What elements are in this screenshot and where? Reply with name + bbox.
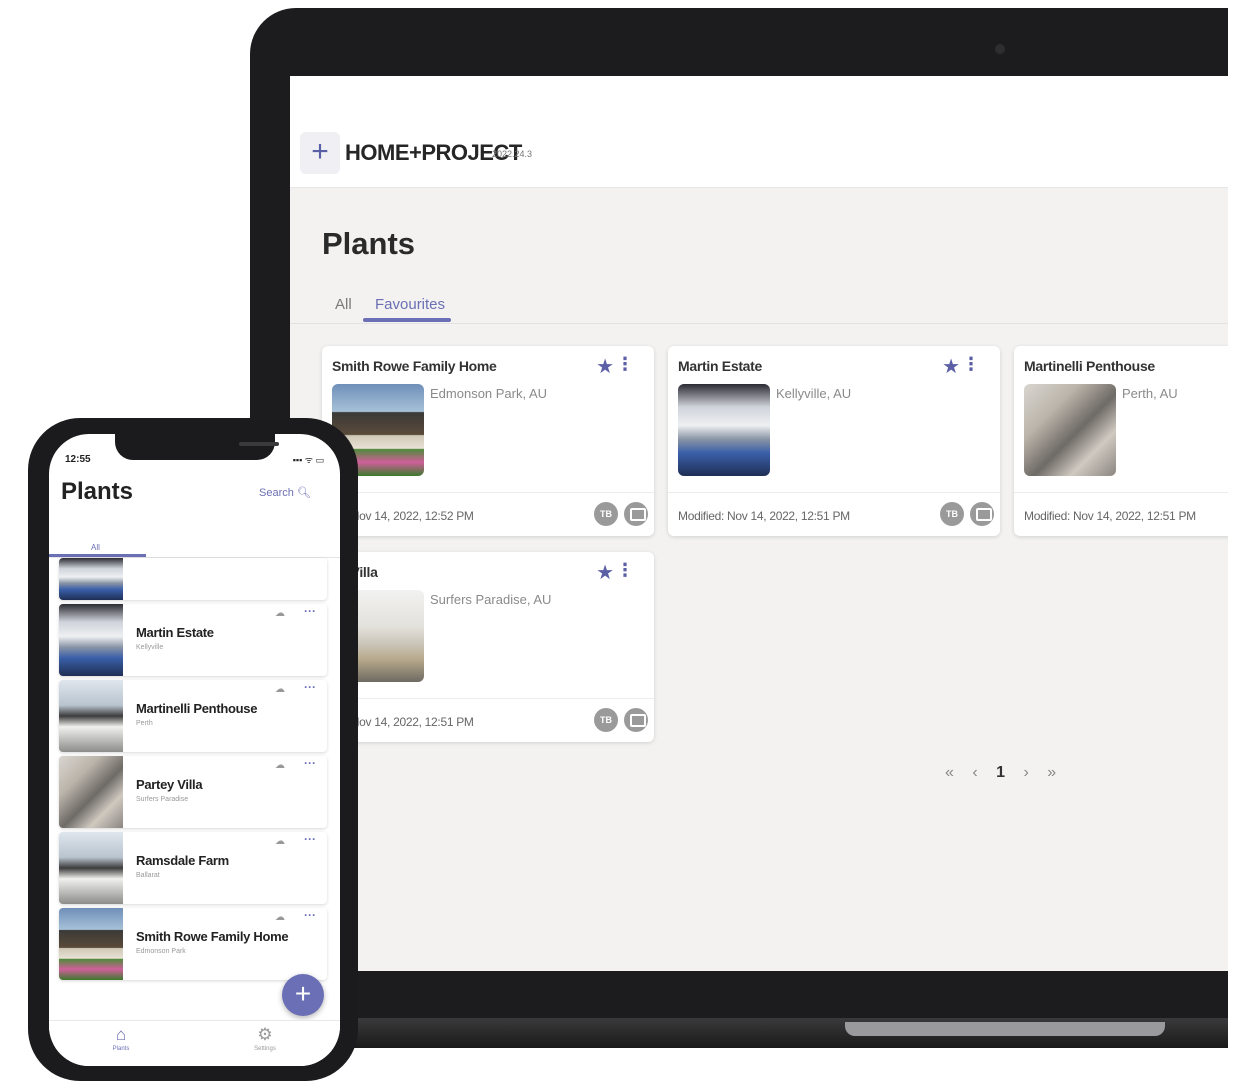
item-location: Surfers Paradise — [136, 796, 189, 803]
card-title: Martinelli Penthouse — [1024, 358, 1155, 374]
list-item[interactable]: Smith Rowe Family Home Edmonson Park ☁ ·… — [59, 908, 327, 980]
tab-all[interactable]: All — [91, 543, 100, 552]
project-thumbnail — [59, 908, 123, 980]
project-thumbnail — [59, 558, 123, 600]
project-thumbnail — [1024, 384, 1116, 476]
project-thumbnail — [678, 384, 770, 476]
project-thumbnail — [59, 604, 123, 676]
card-location: Kellyville, AU — [776, 386, 852, 401]
item-name: Martinelli Penthouse — [136, 701, 258, 716]
pagination: « ‹ 1 › » — [945, 764, 1070, 782]
item-location: Edmonson Park — [136, 948, 186, 955]
star-icon[interactable]: ★ — [942, 354, 960, 379]
more-vertical-icon[interactable]: ⋮ — [962, 354, 980, 375]
card-title: Smith Rowe Family Home — [332, 358, 497, 374]
cloud-icon: ☁ — [275, 608, 285, 619]
item-name: Partey Villa — [136, 777, 203, 792]
more-icon[interactable]: ··· — [304, 832, 316, 846]
page-title: Plants — [61, 478, 134, 505]
project-card[interactable]: ey Villa ★ ⋮ Surfers Paradise, AU ed: No… — [322, 552, 654, 742]
project-thumbnail — [59, 756, 123, 828]
cloud-icon: ☁ — [275, 684, 285, 695]
status-time: 12:55 — [65, 454, 91, 465]
list-item[interactable]: Ramsdale Farm Ballarat ☁ ··· — [59, 832, 327, 904]
cloud-icon: ☁ — [275, 836, 285, 847]
add-icon[interactable]: + — [300, 132, 340, 174]
desktop-icon[interactable] — [624, 708, 648, 732]
list-item[interactable]: Martinelli Penthouse Perth ☁ ··· — [59, 680, 327, 752]
project-card[interactable]: Martinelli Penthouse Perth, AU Modified:… — [1014, 346, 1230, 536]
first-page-button[interactable]: « — [945, 764, 954, 782]
card-modified: Modified: Nov 14, 2022, 12:51 PM — [678, 509, 850, 523]
cloud-icon: ☁ — [275, 912, 285, 923]
divider — [322, 698, 654, 699]
nav-plants[interactable]: ⌂ Plants — [91, 1025, 151, 1052]
search-label: Search — [259, 487, 294, 499]
list-item[interactable] — [59, 558, 327, 600]
project-thumbnail — [59, 832, 123, 904]
item-name: Ramsdale Farm — [136, 853, 229, 868]
gear-icon: ⚙ — [257, 1025, 273, 1044]
last-page-button[interactable]: » — [1047, 764, 1056, 782]
user-badge: TB — [594, 708, 618, 732]
active-tab-indicator — [363, 318, 451, 322]
star-icon[interactable]: ★ — [596, 560, 614, 585]
card-location: Perth, AU — [1122, 386, 1178, 401]
divider — [668, 492, 1000, 493]
card-modified: Modified: Nov 14, 2022, 12:51 PM — [1024, 509, 1196, 523]
more-icon[interactable]: ··· — [304, 756, 316, 770]
desktop-icon[interactable] — [970, 502, 994, 526]
project-card[interactable]: Smith Rowe Family Home ★ ⋮ Edmonson Park… — [322, 346, 654, 536]
prev-page-button[interactable]: ‹ — [972, 764, 977, 782]
item-name: Martin Estate — [136, 625, 214, 640]
laptop-hinge — [845, 1022, 1165, 1036]
divider — [322, 492, 654, 493]
more-vertical-icon[interactable]: ⋮ — [616, 354, 634, 375]
nav-label: Settings — [254, 1046, 276, 1052]
tab-favourites[interactable]: Favourites — [375, 296, 445, 313]
more-icon[interactable]: ··· — [304, 604, 316, 618]
search-button[interactable]: Search 🔍︎ — [259, 486, 311, 499]
divider — [1014, 492, 1230, 493]
page-title: Plants — [322, 226, 416, 261]
speaker — [239, 442, 279, 446]
more-vertical-icon[interactable]: ⋮ — [616, 560, 634, 581]
project-card[interactable]: Martin Estate ★ ⋮ Kellyville, AU Modifie… — [668, 346, 1000, 536]
phone-screen: 12:55 ▪▪▪ ᯤ ▭ Plants Search 🔍︎ All Marti… — [49, 434, 340, 1066]
image-edge — [1228, 0, 1242, 1081]
bottom-nav: ⌂ Plants ⚙ Settings — [49, 1020, 340, 1066]
home-icon: ⌂ — [115, 1025, 127, 1044]
card-title: Martin Estate — [678, 358, 763, 374]
nav-label: Plants — [112, 1046, 130, 1052]
status-icons: ▪▪▪ ᯤ ▭ — [292, 455, 324, 465]
search-icon: 🔍︎ — [296, 487, 311, 499]
app-version: 2022.24.3 — [492, 149, 533, 159]
card-location: Surfers Paradise, AU — [430, 592, 552, 607]
more-icon[interactable]: ··· — [304, 908, 316, 922]
more-icon[interactable]: ··· — [304, 680, 316, 694]
camera-icon — [995, 44, 1005, 54]
nav-settings[interactable]: ⚙ Settings — [235, 1025, 295, 1052]
item-location: Kellyville — [136, 644, 164, 651]
user-badge: TB — [940, 502, 964, 526]
tab-all[interactable]: All — [335, 296, 352, 313]
phone-notch — [115, 434, 279, 460]
user-badge: TB — [594, 502, 618, 526]
item-location: Perth — [136, 720, 153, 727]
list-item[interactable]: Martin Estate Kellyville ☁ ··· — [59, 604, 327, 676]
star-icon[interactable]: ★ — [596, 354, 614, 379]
list-item[interactable]: Partey Villa Surfers Paradise ☁ ··· — [59, 756, 327, 828]
desktop-icon[interactable] — [624, 502, 648, 526]
current-page[interactable]: 1 — [996, 764, 1005, 782]
item-name: Smith Rowe Family Home — [136, 929, 289, 944]
next-page-button[interactable]: › — [1024, 764, 1029, 782]
cloud-icon: ☁ — [275, 760, 285, 771]
card-location: Edmonson Park, AU — [430, 386, 548, 401]
tab-bar: All Favourites — [290, 290, 1230, 324]
laptop-screen: + HOME+PROJECT 2022.24.3 Plants All Favo… — [290, 76, 1230, 971]
project-thumbnail — [59, 680, 123, 752]
item-location: Ballarat — [136, 872, 160, 879]
add-project-button[interactable]: + — [282, 974, 324, 1016]
app-bar: + HOME+PROJECT 2022.24.3 — [290, 76, 1230, 188]
